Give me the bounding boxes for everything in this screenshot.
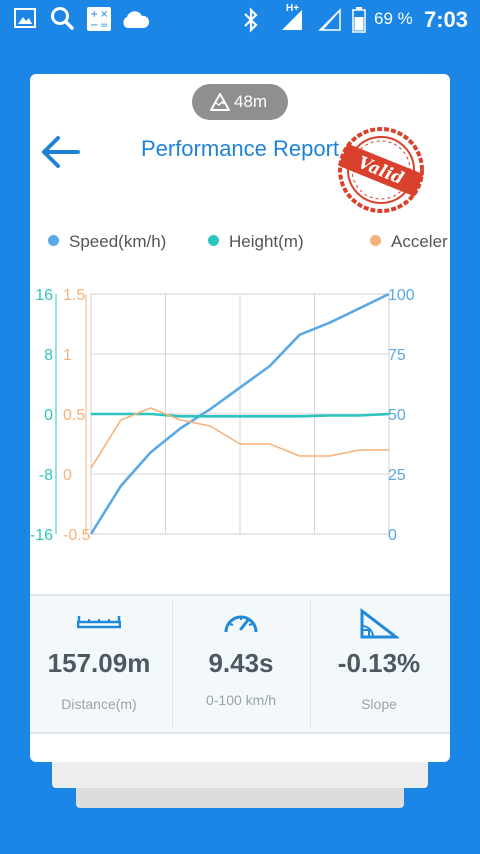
stat-distance-label: Distance(m) xyxy=(61,696,137,712)
svg-text:−: − xyxy=(90,20,98,31)
accel-tick-label: 1.5 xyxy=(63,287,85,304)
svg-text:=: = xyxy=(100,20,108,31)
height-tick-label: 8 xyxy=(44,347,53,364)
height-tick-label: -8 xyxy=(39,467,53,484)
mountain-icon xyxy=(210,93,230,111)
stat-acceleration-time-label: 0-100 km/h xyxy=(205,692,277,708)
signal-empty-icon xyxy=(318,8,341,31)
performance-chart: 16 8 0 -8 -16 1.5 1 0.5 0 -0.5 100 75 50 25 0 xyxy=(30,287,415,544)
stat-slope-value: -0.13% xyxy=(337,648,421,678)
battery-icon xyxy=(352,7,366,33)
accel-tick-label: 0.5 xyxy=(63,407,85,424)
legend-item-acceleration: Acceler xyxy=(370,232,448,252)
stat-acceleration-time: 9.43s 0-100 km/h xyxy=(172,596,310,732)
accel-tick-label: -0.5 xyxy=(63,527,91,544)
status-bar: + × − = H+ 69 % 7:03 xyxy=(0,0,480,40)
height-tick-label: 16 xyxy=(35,287,53,304)
svg-text:×: × xyxy=(100,9,108,20)
accel-tick-label: 1 xyxy=(63,347,72,364)
valid-stamp: Valid xyxy=(338,127,424,213)
cloud-icon xyxy=(123,11,150,28)
report-card: 48m Performance Report Valid Speed(km/h)… xyxy=(30,74,450,762)
speedometer-icon xyxy=(224,615,258,633)
height-tick-label: -16 xyxy=(30,527,53,544)
legend-dot-height xyxy=(208,235,219,246)
speed-tick-label: 100 xyxy=(388,287,415,304)
legend-dot-acceleration xyxy=(370,235,381,246)
speed-tick-label: 0 xyxy=(388,527,397,544)
stat-acceleration-time-value: 9.43s xyxy=(208,648,274,678)
stats-panel: 157.09m Distance(m) 9.43s 0-100 km/h -0.… xyxy=(30,594,450,734)
image-icon xyxy=(14,8,36,28)
svg-text:+: + xyxy=(90,9,98,20)
legend-item-height: Height(m) xyxy=(208,232,304,252)
legend-item-speed: Speed(km/h) xyxy=(48,232,166,252)
slope-icon xyxy=(360,608,399,639)
chart-legend: Speed(km/h) Height(m) Acceler xyxy=(30,232,450,256)
ruler-icon xyxy=(77,616,121,629)
calculator-icon: + × − = xyxy=(87,7,111,31)
speed-tick-label: 75 xyxy=(388,347,406,364)
legend-dot-speed xyxy=(48,235,59,246)
height-tick-label: 0 xyxy=(44,407,53,424)
altitude-badge: 48m xyxy=(192,84,288,120)
legend-label-height: Height(m) xyxy=(229,232,304,251)
stat-distance-value: 157.09m xyxy=(47,648,151,678)
stat-slope-label: Slope xyxy=(361,696,397,712)
legend-label-speed: Speed(km/h) xyxy=(69,232,167,251)
stat-slope: -0.13% Slope xyxy=(310,596,448,732)
speed-tick-label: 50 xyxy=(388,407,406,424)
battery-percent: 69 % xyxy=(374,9,413,28)
speed-tick-label: 25 xyxy=(388,467,406,484)
signal-icon xyxy=(282,10,302,30)
legend-label-acceleration: Acceler xyxy=(391,232,448,251)
stat-distance: 157.09m Distance(m) xyxy=(30,596,168,732)
bluetooth-icon xyxy=(244,7,258,33)
accel-tick-label: 0 xyxy=(63,467,72,484)
clock: 7:03 xyxy=(423,7,468,32)
altitude-value: 48m xyxy=(234,92,268,111)
search-icon xyxy=(51,7,74,30)
